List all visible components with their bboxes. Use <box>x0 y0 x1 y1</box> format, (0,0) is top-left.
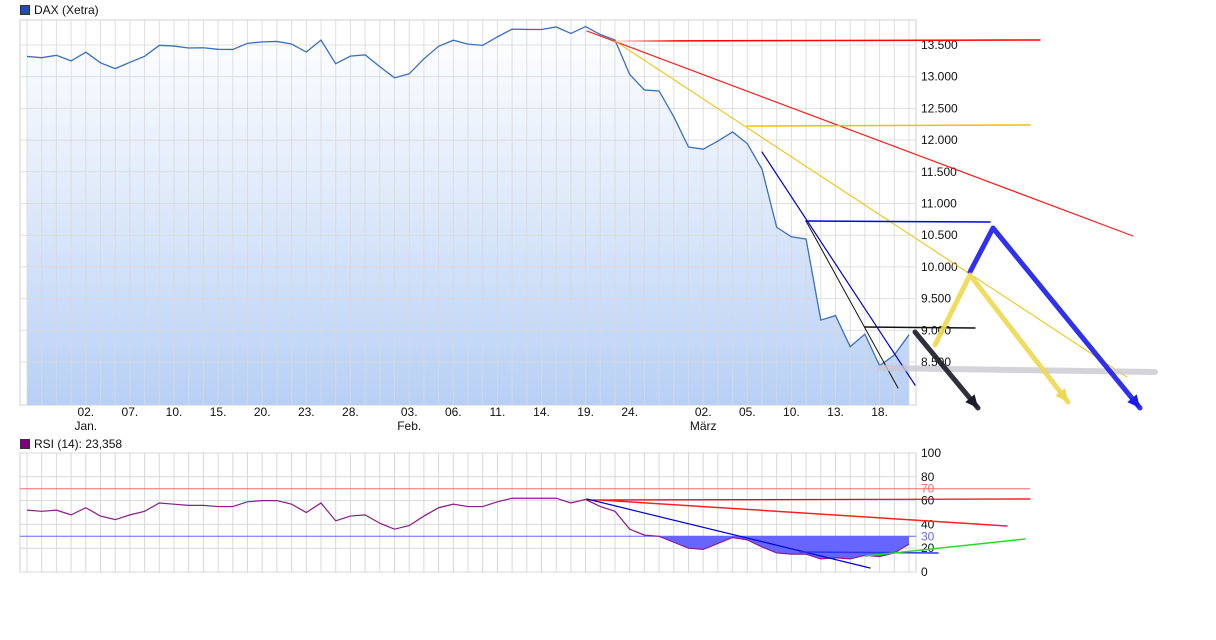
x-tick-label: 06. <box>445 405 462 419</box>
y-tick-label: 11.500 <box>921 165 957 179</box>
x-tick-label: 03. <box>401 405 418 419</box>
x-tick-label: 10. <box>783 405 800 419</box>
x-tick-label: 24. <box>621 405 638 419</box>
y-tick-label: 10.500 <box>921 228 958 242</box>
y-tick-label: 9.500 <box>921 292 951 306</box>
black-horizontal-line <box>864 326 976 329</box>
x-tick-label: 15. <box>210 405 227 419</box>
rsi-y-tick-label: 100 <box>921 446 941 460</box>
x-tick-label: 14. <box>533 405 550 419</box>
x-tick-label: 28. <box>342 405 359 419</box>
chart-svg: 8.5009.0009.50010.00010.50011.00011.5001… <box>19 19 1158 579</box>
rsi-blue-horizontal-line <box>799 551 939 554</box>
y-tick-label: 12.500 <box>921 101 958 115</box>
gray-horizontal-band <box>877 365 1158 375</box>
x-tick-label: 05. <box>739 405 756 419</box>
yellow-horizontal-line <box>746 124 1031 127</box>
x-tick-label: 19. <box>577 405 594 419</box>
x-month-label: Jan. <box>74 419 97 433</box>
x-tick-label: 20. <box>254 405 271 419</box>
x-tick-label: 13. <box>827 405 844 419</box>
rsi-level-30-label: 30 <box>921 529 935 543</box>
x-tick-label: 02. <box>695 405 712 419</box>
blue-horizontal-line <box>805 220 991 223</box>
rsi-level-70-label: 70 <box>921 482 935 496</box>
x-tick-label: 10. <box>166 405 183 419</box>
x-tick-label: 11. <box>490 405 506 419</box>
x-tick-label: 02. <box>77 405 94 419</box>
chart-container: DAX (Xetra) RSI (14): 23,358 8.500 9.000 9… <box>0 0 1216 640</box>
blue-arrow <box>967 225 1143 411</box>
y-tick-label: 12.000 <box>921 133 958 147</box>
x-month-label: Feb. <box>397 419 421 433</box>
x-tick-label: 18. <box>871 405 888 419</box>
x-tick-label: 07. <box>122 405 139 419</box>
x-tick-label: 23. <box>298 405 315 419</box>
red-horizontal-line <box>614 39 1041 42</box>
y-tick-label: 13.000 <box>921 70 958 84</box>
x-month-label: März <box>690 419 717 433</box>
y-tick-label: 11.000 <box>921 196 957 210</box>
rsi-y-tick-label: 0 <box>921 565 928 579</box>
